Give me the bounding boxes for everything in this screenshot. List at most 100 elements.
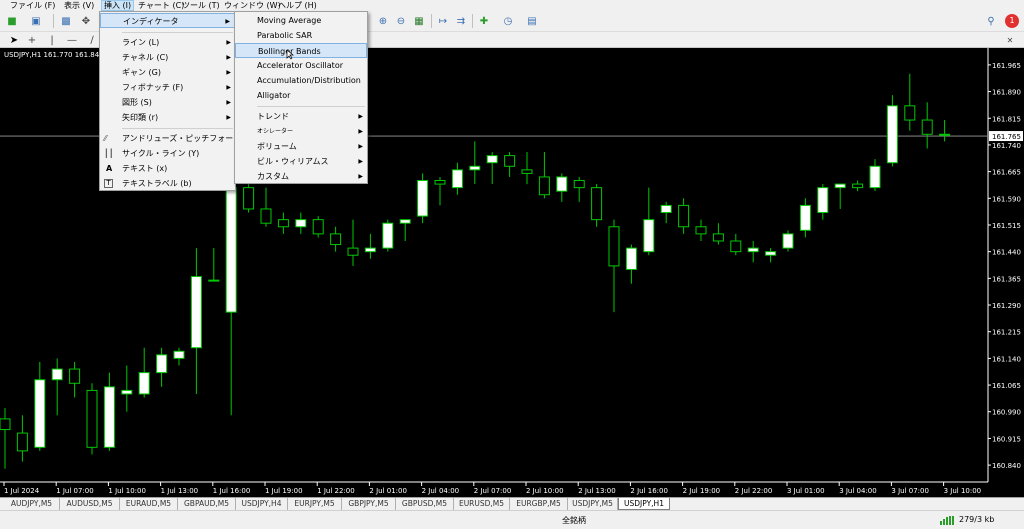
- tab-usdjpy-h1[interactable]: USDJPY,H1: [618, 498, 670, 510]
- candle-body: [173, 350, 185, 359]
- menu-item-label: Moving Average: [257, 16, 322, 25]
- tab-eurgbp-m5[interactable]: EURGBP,M5: [510, 498, 568, 510]
- submenu-arrow-icon: ▶: [358, 143, 363, 150]
- chart-shift-icon[interactable]: ↦: [435, 13, 451, 29]
- tab-usdjpy-m5[interactable]: USDJPY,M5: [568, 498, 618, 510]
- menu-item-trend[interactable]: トレンド ▶: [235, 109, 367, 124]
- zoom-out-icon[interactable]: ⊖: [393, 13, 409, 29]
- indicators-icon[interactable]: ✚: [476, 13, 492, 29]
- vertical-line-icon[interactable]: |: [44, 32, 60, 48]
- menu-item-lines[interactable]: ライン (L) ▶: [100, 35, 235, 50]
- menu-item-parabolic-sar[interactable]: Parabolic SAR: [235, 28, 367, 43]
- current-price-label: 161.765: [992, 133, 1021, 141]
- menu-item-shapes[interactable]: 図形 (S) ▶: [100, 95, 235, 110]
- auto-scroll-icon[interactable]: ⇉: [453, 13, 469, 29]
- cycle-lines-icon: ┃┃: [104, 149, 114, 158]
- candle-body: [556, 176, 568, 192]
- chart-close-icon[interactable]: ✕: [1002, 32, 1018, 48]
- tab-eurjpy-m5[interactable]: EURJPY,M5: [288, 498, 342, 510]
- menu-item-label: 図形 (S): [122, 98, 152, 107]
- menu-item-arrows[interactable]: 矢印類 (r) ▶: [100, 110, 235, 125]
- profiles-icon[interactable]: ▣: [28, 13, 44, 29]
- menu-item-bollinger-bands[interactable]: Bollinger Bands: [235, 43, 367, 58]
- tab-audusd-m5[interactable]: AUDUSD,M5: [60, 498, 120, 510]
- menu-item-fibonacci[interactable]: フィボナッチ (F) ▶: [100, 80, 235, 95]
- menu-item-gann[interactable]: ギャン (G) ▶: [100, 65, 235, 80]
- price-label: 161.740: [992, 142, 1021, 150]
- submenu-arrow-icon: ▶: [226, 99, 231, 106]
- crosshair-icon[interactable]: +: [24, 32, 40, 48]
- candle-body: [678, 204, 690, 228]
- menu-file[interactable]: ファイル (F): [8, 0, 57, 11]
- trendline-icon[interactable]: ∕: [84, 32, 100, 48]
- menu-separator: [122, 32, 233, 33]
- menu-item-bill-williams[interactable]: ビル・ウィリアムス ▶: [235, 154, 367, 169]
- tab-eurusd-m5[interactable]: EURUSD,M5: [454, 498, 510, 510]
- periods-icon[interactable]: ◷: [500, 13, 516, 29]
- menu-tools[interactable]: ツール (T): [180, 0, 222, 11]
- candle-body: [886, 105, 898, 164]
- candle-body: [156, 354, 168, 374]
- menu-help[interactable]: ヘルプ (H): [276, 0, 319, 11]
- candle-body: [243, 187, 255, 210]
- menu-item-volumes[interactable]: ボリューム ▶: [235, 139, 367, 154]
- menu-window[interactable]: ウィンドウ (W): [222, 0, 283, 11]
- connection-bars-icon: [940, 516, 956, 525]
- candle-body: [138, 372, 150, 395]
- time-label: 2 Jul 10:00: [526, 487, 564, 495]
- tab-usdjpy-h4[interactable]: USDJPY,H4: [236, 498, 288, 510]
- menu-item-cycle-lines[interactable]: ┃┃ サイクル・ライン (Y): [100, 146, 235, 161]
- time-label: 3 Jul 10:00: [944, 487, 982, 495]
- tab-audjpy-m5[interactable]: AUDJPY,M5: [4, 498, 60, 510]
- notification-badge[interactable]: 1: [1005, 14, 1019, 28]
- candle-body: [782, 233, 794, 249]
- status-bar: 全銘柄 279/3 kb: [0, 510, 1024, 529]
- menu-item-indicators[interactable]: インディケータ ▶: [100, 13, 235, 28]
- price-label: 161.665: [992, 169, 1021, 177]
- time-label: 1 Jul 10:00: [108, 487, 146, 495]
- menu-chart[interactable]: チャート (C): [136, 0, 186, 11]
- submenu-arrow-icon: ▶: [226, 54, 231, 61]
- menu-item-text[interactable]: A テキスト (x): [100, 161, 235, 176]
- menu-view[interactable]: 表示 (V): [62, 0, 96, 11]
- tile-windows-icon[interactable]: ▦: [411, 13, 427, 29]
- zoom-in-icon[interactable]: ⊕: [375, 13, 391, 29]
- menu-item-oscillators[interactable]: オシレーター ▶: [235, 124, 367, 139]
- candle-body: [51, 368, 63, 381]
- tab-gbpjpy-m5[interactable]: GBPJPY,M5: [342, 498, 396, 510]
- time-label: 2 Jul 13:00: [578, 487, 616, 495]
- new-chart-icon[interactable]: ■: [4, 13, 20, 29]
- menu-item-moving-average[interactable]: Moving Average: [235, 13, 367, 28]
- mouse-cursor-icon: [286, 49, 294, 60]
- candle-body: [921, 119, 933, 135]
- price-label: 161.440: [992, 249, 1021, 257]
- menu-item-text-label[interactable]: T テキストラベル (b): [100, 176, 235, 191]
- candle-body: [295, 219, 307, 228]
- cursor-icon[interactable]: ➤: [6, 32, 22, 48]
- tab-gbpaud-m5[interactable]: GBPAUD,M5: [178, 498, 236, 510]
- tab-gbpusd-m5[interactable]: GBPUSD,M5: [396, 498, 454, 510]
- menu-item-custom[interactable]: カスタム ▶: [235, 169, 367, 184]
- menu-item-accumulation-distribution[interactable]: Accumulation/Distribution: [235, 73, 367, 88]
- templates-icon[interactable]: ▤: [524, 13, 540, 29]
- horizontal-line-icon[interactable]: —: [64, 32, 80, 48]
- menu-item-pitchfork[interactable]: ⁄⁄ アンドリューズ・ピッチフォーク (A): [100, 131, 256, 146]
- market-watch-icon[interactable]: ▩: [58, 13, 74, 29]
- navigator-icon[interactable]: ✥: [78, 13, 94, 29]
- menu-item-accelerator-oscillator[interactable]: Accelerator Oscillator: [235, 58, 367, 73]
- candle-body: [730, 240, 742, 253]
- menu-item-channels[interactable]: チャネル (C) ▶: [100, 50, 235, 65]
- candle-body: [712, 233, 724, 242]
- tab-euraud-m5[interactable]: EURAUD,M5: [120, 498, 178, 510]
- menu-item-label: 矢印類 (r): [122, 113, 159, 122]
- candle-body: [904, 105, 916, 121]
- time-label: 1 Jul 22:00: [317, 487, 355, 495]
- menu-item-alligator[interactable]: Alligator: [235, 88, 367, 103]
- menu-item-label: テキスト (x): [122, 164, 168, 173]
- search-icon[interactable]: ⚲: [983, 13, 999, 29]
- menu-insert[interactable]: 挿入 (I): [101, 0, 135, 11]
- submenu-arrow-icon: ▶: [225, 18, 230, 25]
- menu-item-label: オシレーター: [257, 128, 294, 135]
- candle-body: [521, 169, 533, 174]
- submenu-arrow-icon: ▶: [226, 39, 231, 46]
